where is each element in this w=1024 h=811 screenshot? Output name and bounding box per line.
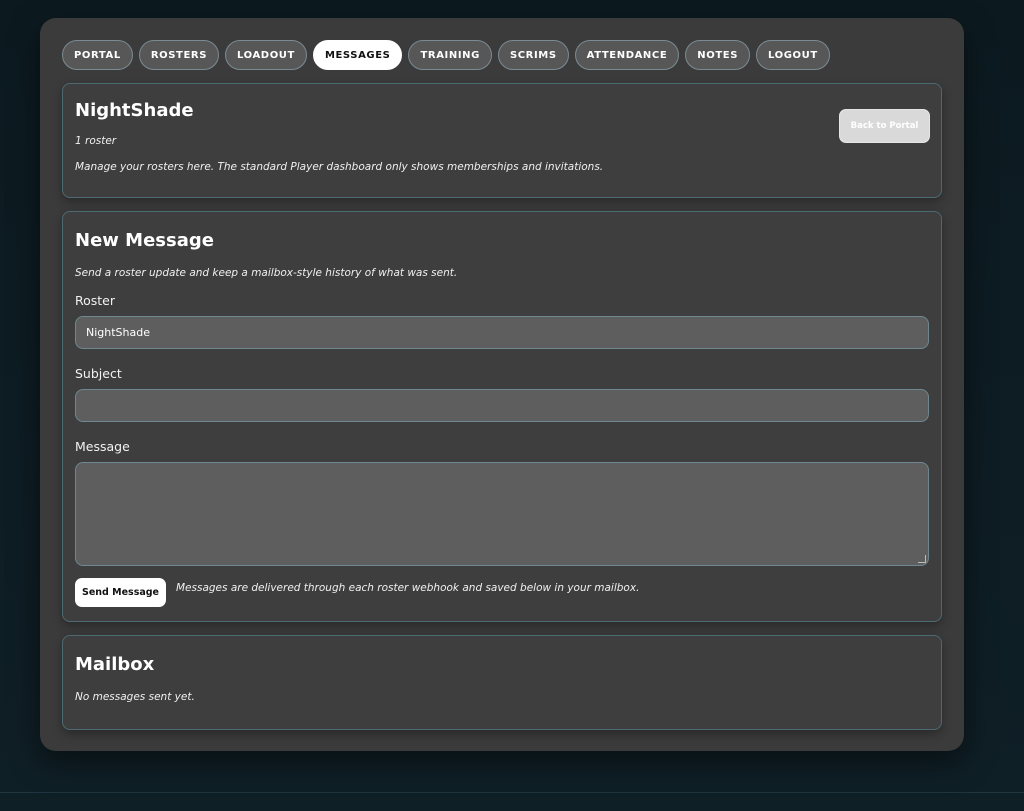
send-message-button[interactable]: Send Message — [75, 578, 166, 607]
resize-handle-icon[interactable] — [918, 555, 926, 563]
page-divider — [0, 792, 1024, 793]
subject-label: Subject — [75, 366, 122, 381]
send-row: Send Message Messages are delivered thro… — [75, 578, 929, 607]
mailbox-empty-text: No messages sent yet. — [75, 691, 195, 703]
subject-input[interactable] — [75, 389, 929, 422]
roster-count: 1 roster — [75, 135, 117, 147]
message-textarea[interactable] — [75, 462, 929, 566]
tab-rosters[interactable]: ROSTERS — [138, 40, 220, 70]
tab-loadout[interactable]: LOADOUT — [225, 40, 307, 70]
roster-header-card: NightShade 1 roster Manage your rosters … — [62, 83, 942, 198]
new-message-card: New Message Send a roster update and kee… — [62, 211, 942, 622]
page-title: NightShade — [75, 100, 194, 121]
roster-select[interactable]: NightShade — [75, 316, 929, 349]
roster-label: Roster — [75, 293, 116, 308]
tab-scrims[interactable]: SCRIMS — [497, 40, 569, 70]
new-message-title: New Message — [75, 230, 214, 251]
tab-attendance[interactable]: ATTENDANCE — [574, 40, 680, 70]
tab-portal[interactable]: PORTAL — [62, 40, 133, 70]
back-to-portal-button[interactable]: Back to Portal — [839, 109, 930, 143]
tab-logout[interactable]: LOGOUT — [756, 40, 830, 70]
message-label: Message — [75, 439, 130, 454]
tab-notes[interactable]: NOTES — [685, 40, 751, 70]
app-shell: PORTAL ROSTERS LOADOUT MESSAGES TRAINING… — [40, 18, 964, 751]
new-message-lead: Send a roster update and keep a mailbox-… — [75, 267, 458, 279]
send-note: Messages are delivered through each rost… — [176, 582, 640, 594]
tab-messages[interactable]: MESSAGES — [312, 40, 403, 70]
mailbox-card: Mailbox No messages sent yet. — [62, 635, 942, 730]
top-nav: PORTAL ROSTERS LOADOUT MESSAGES TRAINING… — [62, 40, 942, 70]
header-description: Manage your rosters here. The standard P… — [75, 161, 604, 173]
tab-training[interactable]: TRAINING — [408, 40, 492, 70]
mailbox-title: Mailbox — [75, 654, 155, 675]
